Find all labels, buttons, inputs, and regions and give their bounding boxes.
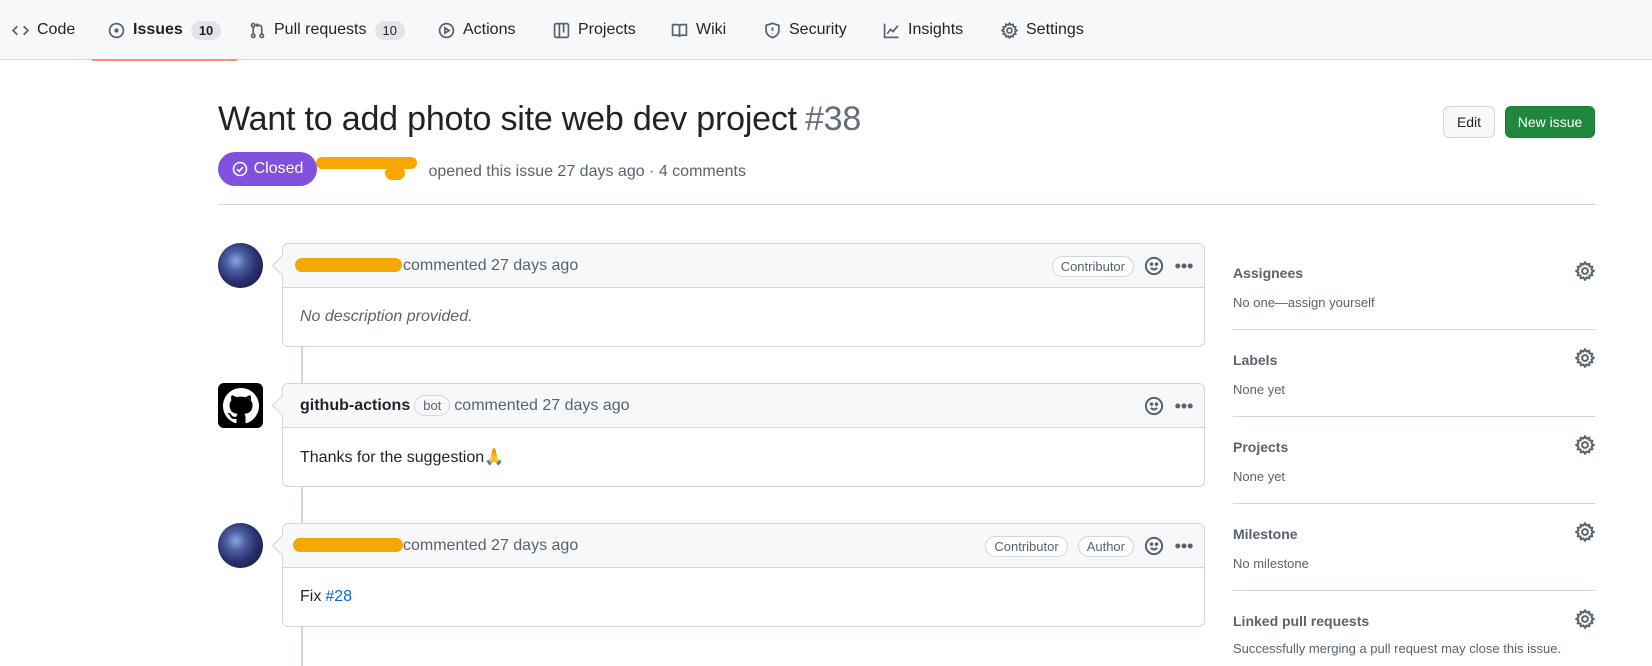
tab-issues[interactable]: Issues 10 [91, 0, 238, 61]
book-icon [671, 23, 688, 37]
status-badge-label: Closed [253, 160, 304, 177]
issue-title-text: Want to add photo site web dev project [218, 100, 797, 138]
new-issue-button[interactable]: New issue [1505, 106, 1595, 138]
issue-reference-link[interactable]: #28 [325, 588, 352, 606]
gear-icon [1001, 21, 1018, 39]
divider [218, 204, 1595, 205]
tab-settings[interactable]: Settings [1001, 0, 1084, 60]
role-badge-author: Author [1077, 535, 1134, 557]
issue-opened-icon [108, 22, 125, 38]
issue-title: Want to add photo site web dev project #3… [218, 100, 861, 139]
role-badge-contributor: Contributor [985, 535, 1068, 557]
git-pull-request-icon [250, 22, 265, 38]
tab-actions-label: Actions [463, 21, 516, 38]
tab-pull-requests[interactable]: Pull requests 10 [249, 0, 405, 60]
redaction-mark [293, 538, 403, 552]
comment: commented 27 days ago Contributor No des… [282, 243, 1205, 347]
kebab-horizontal-icon[interactable] [1174, 396, 1194, 416]
table-icon [553, 22, 570, 38]
gear-icon[interactable] [1575, 609, 1595, 629]
issue-meta-text: opened this issue 27 days ago · 4 commen… [428, 163, 746, 180]
graph-icon [883, 23, 899, 38]
tab-insights[interactable]: Insights [883, 0, 963, 60]
avatar[interactable] [218, 243, 263, 288]
check-circle-icon [232, 161, 247, 177]
sidebar-title: Labels [1233, 352, 1278, 368]
sidebar-milestone: Milestone No milestone [1233, 522, 1595, 571]
smiley-icon[interactable] [1144, 396, 1164, 416]
issues-counter: 10 [190, 20, 222, 40]
sidebar-value: Successfully merging a pull request may … [1233, 641, 1562, 656]
gear-icon[interactable] [1575, 435, 1595, 455]
tab-wiki[interactable]: Wiki [671, 0, 726, 60]
divider [1233, 416, 1595, 417]
pull-requests-counter: 10 [374, 20, 405, 40]
sidebar-value: None yet [1233, 469, 1286, 484]
kebab-horizontal-icon[interactable] [1174, 536, 1194, 556]
comment-header: commented 27 days ago Contributor [283, 244, 1204, 288]
tab-settings-label: Settings [1026, 21, 1084, 38]
tab-code-label: Code [37, 21, 76, 38]
sidebar-value: No milestone [1233, 556, 1309, 571]
comment-body: Thanks for the suggestion🙏 [300, 449, 505, 466]
edit-button[interactable]: Edit [1443, 106, 1495, 138]
tab-wiki-label: Wiki [696, 21, 727, 38]
divider [1233, 503, 1595, 504]
sidebar-linked-pull-requests: Linked pull requests Successfully mergin… [1233, 609, 1595, 656]
comment-header: github-actions bot commented 27 days ago [283, 384, 1204, 428]
sidebar-labels: Labels None yet [1233, 348, 1595, 397]
code-icon [12, 25, 29, 35]
sidebar-assignees: Assignees No one—assign yourself [1233, 261, 1595, 310]
comment-body: Fix #28 [283, 568, 1204, 626]
tab-projects[interactable]: Projects [553, 0, 636, 60]
comment-author[interactable]: github-actions [300, 397, 410, 415]
comment-header: commented 27 days ago Contributor Author [283, 524, 1204, 568]
issue-number: #38 [804, 100, 862, 138]
tab-insights-label: Insights [908, 21, 964, 38]
status-badge: Closed [218, 152, 317, 186]
sidebar-projects: Projects None yet [1233, 435, 1595, 484]
sidebar-value: None yet [1233, 382, 1286, 397]
gear-icon[interactable] [1575, 522, 1595, 542]
redaction-mark [385, 166, 405, 180]
role-badge-contributor: Contributor [1051, 255, 1134, 277]
tab-security-label: Security [789, 21, 847, 38]
bot-badge: bot [414, 395, 451, 416]
sidebar-title: Projects [1233, 439, 1289, 455]
divider [1233, 329, 1595, 330]
comment-action: commented 27 days ago [403, 536, 579, 554]
repo-nav: Code Issues 10 Pull requests 10 Actions … [0, 0, 1652, 61]
tab-code[interactable]: Code [12, 0, 75, 60]
github-mark-icon [222, 387, 259, 423]
tab-projects-label: Projects [578, 21, 636, 38]
play-icon [438, 22, 455, 38]
tab-actions[interactable]: Actions [438, 0, 515, 60]
comment-action: commented 27 days ago [454, 396, 630, 414]
smiley-icon[interactable] [1144, 256, 1164, 276]
comment-body: No description provided. [300, 308, 473, 325]
sidebar-title: Milestone [1233, 526, 1298, 542]
kebab-horizontal-icon[interactable] [1174, 256, 1194, 276]
comment: commented 27 days ago Contributor Author… [282, 523, 1205, 627]
comment: github-actions bot commented 27 days ago… [282, 383, 1205, 487]
comment-body-text: Fix [300, 588, 322, 605]
avatar-github-actions[interactable] [218, 383, 263, 428]
shield-icon [765, 21, 780, 39]
tab-issues-label: Issues [133, 21, 183, 38]
gear-icon[interactable] [1575, 348, 1595, 368]
sidebar-title: Assignees [1233, 265, 1304, 281]
assign-yourself-link[interactable]: No one—assign yourself [1233, 295, 1595, 310]
redaction-mark [295, 258, 402, 272]
sidebar-title: Linked pull requests [1233, 613, 1370, 629]
tab-security[interactable]: Security [764, 0, 847, 60]
comment-action: commented 27 days ago [403, 256, 579, 274]
avatar[interactable] [218, 523, 263, 568]
divider [1233, 590, 1595, 591]
smiley-icon[interactable] [1144, 536, 1164, 556]
gear-icon[interactable] [1575, 261, 1595, 281]
tab-pull-requests-label: Pull requests [274, 21, 367, 38]
